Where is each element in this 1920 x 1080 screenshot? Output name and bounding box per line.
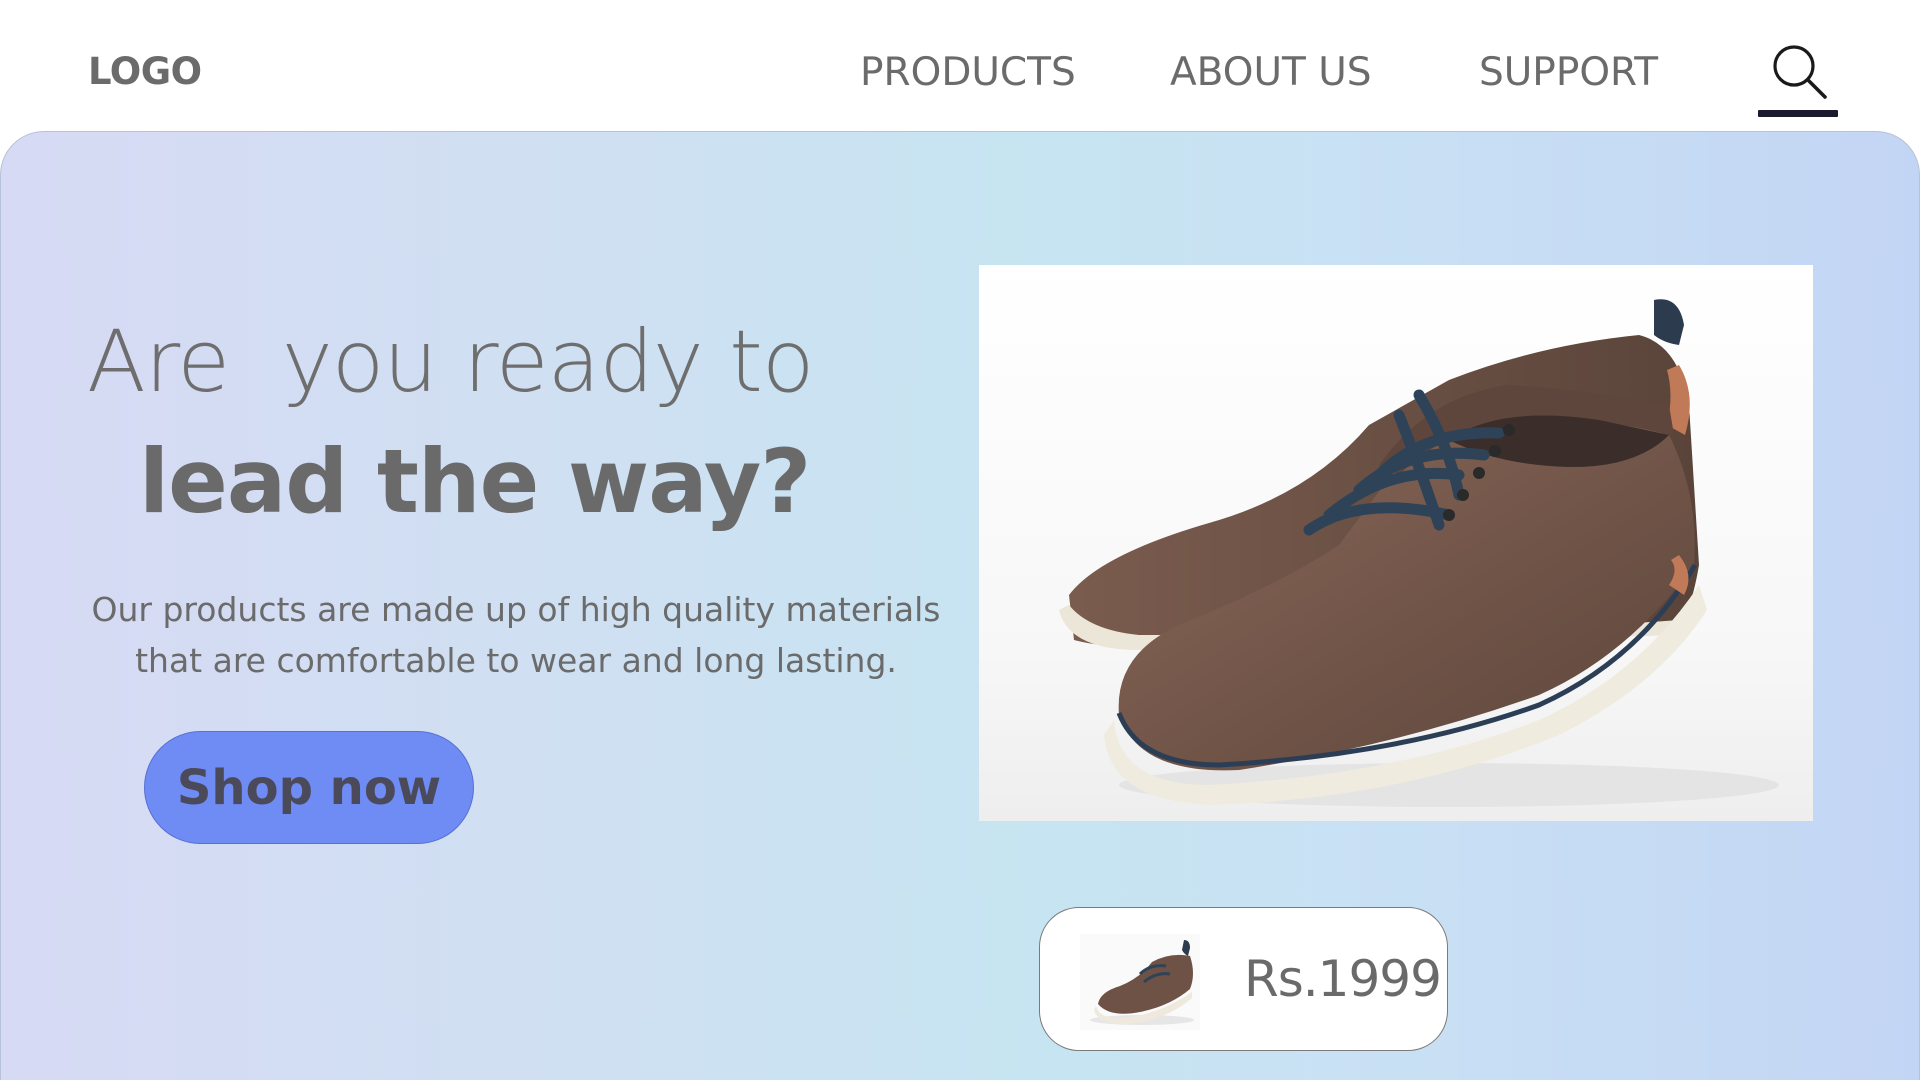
shop-now-button[interactable]: Shop now bbox=[144, 731, 474, 844]
shoe-thumbnail-illustration bbox=[1090, 940, 1194, 1025]
nav-link-products[interactable]: PRODUCTS bbox=[860, 50, 1076, 95]
hero-headline-line1: Are you ready to bbox=[87, 312, 814, 412]
product-price: Rs.1999 bbox=[1244, 950, 1442, 1008]
product-thumbnail bbox=[1080, 934, 1200, 1030]
search-button[interactable] bbox=[1758, 40, 1838, 118]
search-icon bbox=[1773, 45, 1827, 99]
price-card[interactable]: Rs.1999 bbox=[1039, 907, 1448, 1051]
nav-link-about-us[interactable]: ABOUT US bbox=[1170, 50, 1372, 95]
nav-link-support[interactable]: SUPPORT bbox=[1479, 50, 1658, 95]
hero-description: Our products are made up of high quality… bbox=[81, 584, 951, 686]
hero-description-line2: that are comfortable to wear and long la… bbox=[135, 641, 897, 680]
search-active-indicator bbox=[1758, 110, 1838, 117]
hero-headline-line2: lead the way? bbox=[139, 430, 811, 533]
shoe-illustration bbox=[1059, 299, 1779, 807]
hero-description-line1: Our products are made up of high quality… bbox=[91, 590, 941, 629]
product-image bbox=[979, 265, 1813, 821]
hero-section: Are you ready to lead the way? Our produ… bbox=[0, 131, 1920, 1080]
logo[interactable]: LOGO bbox=[88, 50, 202, 93]
top-navigation-bar: LOGO PRODUCTS ABOUT US SUPPORT bbox=[0, 0, 1920, 131]
